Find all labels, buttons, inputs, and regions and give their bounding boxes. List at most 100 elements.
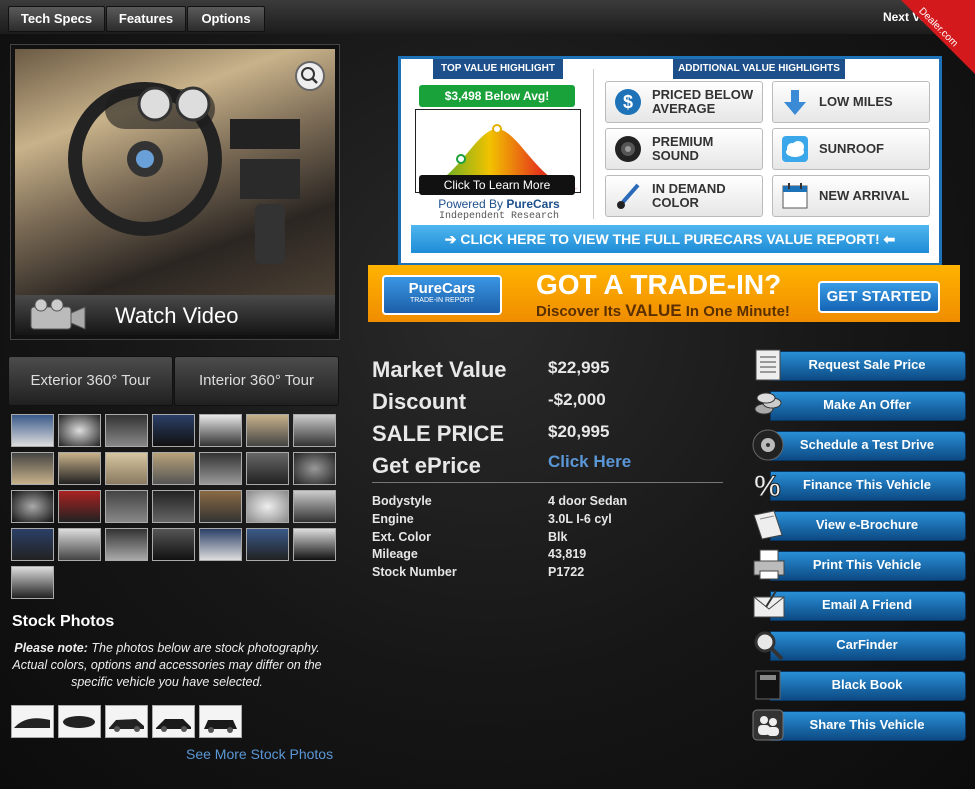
action-label: Email A Friend — [821, 597, 913, 612]
black-book-button[interactable]: Black Book — [752, 669, 966, 701]
trade-in-headline: GOT A TRADE-IN? — [536, 269, 782, 300]
exterior-360-tour-button[interactable]: Exterior 360° Tour — [8, 356, 173, 406]
print-vehicle-button[interactable]: Print This Vehicle — [752, 549, 966, 581]
finance-vehicle-button[interactable]: % Finance This Vehicle — [752, 469, 966, 501]
zoom-icon[interactable] — [295, 61, 325, 91]
interior-360-tour-button[interactable]: Interior 360° Tour — [174, 356, 339, 406]
powered-by-brand: PureCars — [506, 197, 560, 211]
photo-thumbnail[interactable] — [199, 414, 242, 447]
photo-thumbnail[interactable] — [105, 452, 148, 485]
highlight-low-miles[interactable]: LOW MILES — [772, 81, 930, 123]
photo-thumbnail[interactable] — [293, 414, 336, 447]
action-label: Schedule a Test Drive — [799, 437, 935, 452]
photo-thumbnail[interactable] — [11, 566, 54, 599]
photo-thumbnail[interactable] — [246, 414, 289, 447]
stock-photo-thumbnail[interactable] — [105, 705, 148, 738]
photo-thumbnail[interactable] — [152, 414, 195, 447]
paintbrush-icon — [617, 183, 640, 209]
highlight-label: LOW MILES — [819, 94, 893, 109]
view-e-brochure-button[interactable]: View e-Brochure — [752, 509, 966, 541]
photo-thumbnail[interactable] — [199, 528, 242, 561]
spec-label-engine: Engine — [372, 512, 414, 526]
photo-thumbnail[interactable] — [58, 490, 101, 523]
calendar-icon — [782, 183, 808, 209]
photo-thumbnail[interactable] — [152, 452, 195, 485]
schedule-test-drive-button[interactable]: Schedule a Test Drive — [752, 429, 966, 461]
photo-thumbnail[interactable] — [293, 452, 336, 485]
tab-tech-specs[interactable]: Tech Specs — [8, 6, 105, 32]
photo-thumbnail[interactable] — [246, 452, 289, 485]
highlight-priced-below-average[interactable]: $ PRICED BELOW AVERAGE — [605, 81, 763, 123]
highlight-premium-sound[interactable]: PREMIUM SOUND — [605, 128, 763, 170]
photo-thumbnail[interactable] — [293, 528, 336, 561]
tab-features[interactable]: Features — [106, 6, 186, 32]
full-value-report-button[interactable]: ➔ CLICK HERE TO VIEW THE FULL PURECARS V… — [411, 225, 929, 253]
dollar-icon: $ — [615, 89, 641, 115]
get-started-button[interactable]: GET STARTED — [818, 281, 940, 313]
photo-thumbnail[interactable] — [246, 528, 289, 561]
stock-photo-thumbnail[interactable] — [152, 705, 195, 738]
spec-value-stock-number: P1722 — [548, 565, 585, 579]
discount-label: Discount — [372, 389, 467, 414]
request-sale-price-button[interactable]: Request Sale Price — [752, 349, 966, 381]
photo-thumbnail[interactable] — [11, 414, 54, 447]
see-more-stock-photos-link[interactable]: See More Stock Photos — [186, 746, 333, 762]
highlight-sunroof[interactable]: SUNROOF — [772, 128, 930, 170]
photo-thumbnail[interactable] — [199, 452, 242, 485]
photo-thumbnail[interactable] — [11, 490, 54, 523]
carfinder-button[interactable]: CarFinder — [752, 629, 966, 661]
market-value: $22,995 — [548, 358, 610, 377]
powered-by-prefix: Powered By — [438, 197, 503, 211]
widget-divider — [593, 69, 594, 219]
photo-thumbnail[interactable] — [152, 528, 195, 561]
photo-thumbnail[interactable] — [246, 490, 289, 523]
action-label: CarFinder — [836, 637, 898, 652]
action-label: Make An Offer — [823, 397, 911, 412]
stock-photo-thumbnail[interactable] — [199, 705, 242, 738]
highlight-label: IN DEMAND COLOR — [652, 181, 726, 210]
top-value-highlight-header: TOP VALUE HIGHLIGHT — [433, 59, 563, 79]
highlight-label: PRICED BELOW AVERAGE — [652, 87, 754, 116]
trade-logo-text: PureCars — [408, 280, 476, 297]
photo-thumbnail[interactable] — [11, 528, 54, 561]
watch-video-button[interactable]: Watch Video — [15, 295, 335, 335]
email-friend-button[interactable]: Email A Friend — [752, 589, 966, 621]
make-an-offer-button[interactable]: Make An Offer — [752, 389, 966, 421]
action-label: Finance This Vehicle — [803, 477, 931, 492]
svg-text:$: $ — [623, 92, 633, 112]
click-to-learn-more-button[interactable]: Click To Learn More — [419, 175, 575, 195]
photo-thumbnail[interactable] — [199, 490, 242, 523]
photo-thumbnail[interactable] — [58, 414, 101, 447]
sale-price-value: $20,995 — [548, 422, 610, 441]
photo-thumbnail[interactable] — [105, 414, 148, 447]
highlight-in-demand-color[interactable]: IN DEMAND COLOR — [605, 175, 763, 217]
trade-sub-pre: Discover Its — [536, 303, 622, 320]
spec-label-ext-color: Ext. Color — [372, 530, 432, 544]
photo-thumbnail[interactable] — [11, 452, 54, 485]
additional-highlights-header: ADDITIONAL VALUE HIGHLIGHTS — [673, 59, 845, 79]
tab-options[interactable]: Options — [187, 6, 265, 32]
watch-video-label: Watch Video — [115, 303, 239, 328]
highlight-label: PREMIUM SOUND — [652, 134, 714, 163]
purecars-trade-in-logo: PureCars TRADE-IN REPORT — [382, 275, 502, 315]
photo-thumbnail[interactable] — [58, 528, 101, 561]
stock-photo-thumbnail[interactable] — [58, 705, 101, 738]
below-average-callout: $3,498 Below Avg! — [419, 85, 575, 107]
spec-label-stock-number: Stock Number — [372, 565, 457, 579]
get-eprice-link[interactable]: Click Here — [548, 452, 631, 472]
photo-thumbnail[interactable] — [152, 490, 195, 523]
stock-photo-thumbnail[interactable] — [11, 705, 54, 738]
trade-logo-sub: TRADE-IN REPORT — [409, 297, 475, 304]
trade-in-banner[interactable]: PureCars TRADE-IN REPORT GOT A TRADE-IN?… — [368, 265, 960, 322]
cloud-icon — [782, 136, 808, 162]
independent-research-label: Independent Research — [438, 211, 560, 222]
photo-thumbnail[interactable] — [58, 452, 101, 485]
video-camera-icon — [30, 298, 86, 330]
photo-thumbnail[interactable] — [105, 490, 148, 523]
share-vehicle-button[interactable]: Share This Vehicle — [752, 709, 966, 741]
highlight-new-arrival[interactable]: NEW ARRIVAL — [772, 175, 930, 217]
spec-label-bodystyle: Bodystyle — [372, 494, 432, 508]
photo-thumbnail[interactable] — [105, 528, 148, 561]
photo-thumbnail[interactable] — [293, 490, 336, 523]
main-vehicle-photo[interactable] — [15, 49, 335, 295]
